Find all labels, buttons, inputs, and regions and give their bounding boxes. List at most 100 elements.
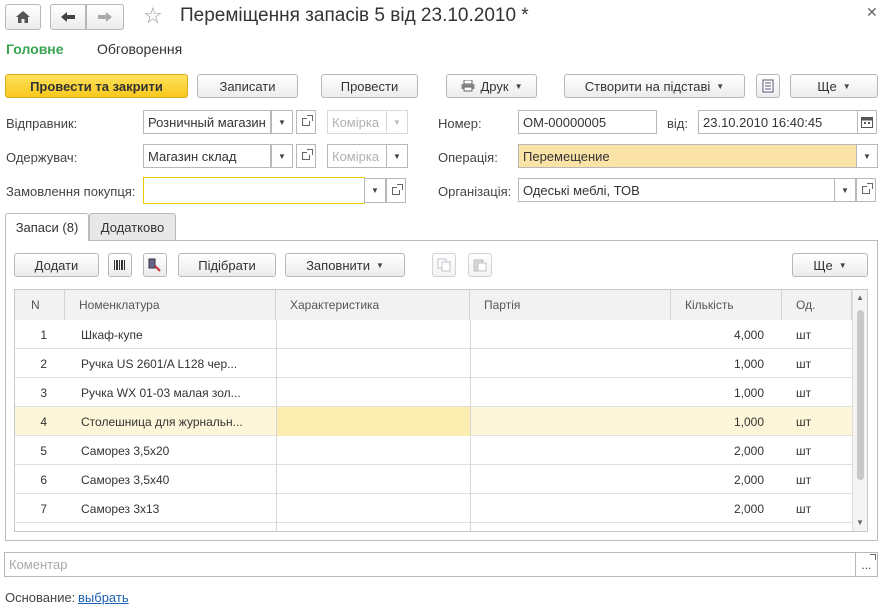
table-cell-n[interactable]: 4 (15, 407, 65, 436)
table-cell-unit[interactable]: шт (782, 349, 852, 378)
table-cell-qty[interactable]: 1,000 (671, 378, 782, 407)
table-row[interactable]: 2 Ручка US 2601/A L128 чер... 1,000 шт (15, 349, 852, 378)
print-button[interactable]: Друк ▼ (446, 74, 537, 98)
table-cell-unit[interactable]: шт (782, 494, 852, 523)
barcode-button[interactable] (108, 253, 132, 277)
save-button[interactable]: Записати (197, 74, 298, 98)
table-cell-n[interactable]: 2 (15, 349, 65, 378)
table-cell-unit[interactable]: шт (782, 436, 852, 465)
tab-discussion[interactable]: Обговорення (97, 41, 182, 57)
column-header-quantity[interactable]: Кількість (671, 290, 782, 320)
pick-button[interactable]: Підібрати (178, 253, 276, 277)
table-row[interactable]: 1 Шкаф-купе 4,000 шт (15, 320, 852, 349)
post-button[interactable]: Провести (321, 74, 418, 98)
table-cell-qty[interactable]: 1,000 (671, 349, 782, 378)
table-cell-qty[interactable]: 2,000 (671, 465, 782, 494)
scroll-down-icon[interactable]: ▼ (856, 518, 864, 527)
table-more-button[interactable]: Ще ▼ (792, 253, 868, 277)
table-cell-name[interactable]: Саморез 3,5х40 (65, 465, 276, 494)
table-cell-name[interactable]: Шкаф-купе (65, 320, 276, 349)
sender-open-button[interactable] (296, 110, 316, 134)
table-cell-name[interactable]: Саморез 3,5х20 (65, 436, 276, 465)
table-cell-char[interactable] (276, 494, 470, 523)
column-header-unit[interactable]: Од. (782, 290, 852, 320)
scrollbar-thumb[interactable] (857, 310, 864, 480)
table-cell-qty[interactable]: 2,000 (671, 436, 782, 465)
table-cell-char[interactable] (276, 320, 470, 349)
sender-field[interactable]: Розничный магазин (143, 110, 271, 134)
table-cell-qty[interactable]: 2,000 (671, 494, 782, 523)
operation-dropdown-button[interactable]: ▼ (856, 144, 878, 168)
paste-button[interactable] (468, 253, 492, 277)
add-row-button[interactable]: Додати (14, 253, 99, 277)
receiver-cell-field[interactable]: Комірка (327, 144, 387, 168)
tab-main[interactable]: Головне (6, 41, 64, 57)
table-cell-batch[interactable] (470, 494, 671, 523)
table-cell-unit[interactable]: шт (782, 465, 852, 494)
calendar-button[interactable] (857, 110, 877, 134)
table-cell-name[interactable]: Ручка US 2601/A L128 чер... (65, 349, 276, 378)
scanner-button[interactable] (143, 253, 167, 277)
receiver-cell-dropdown-button[interactable]: ▼ (386, 144, 408, 168)
table-cell-unit[interactable]: шт (782, 407, 852, 436)
tab-stock[interactable]: Запаси (8) (5, 213, 89, 241)
table-cell-qty[interactable]: 1,000 (671, 407, 782, 436)
close-window-icon[interactable]: ✕ (866, 4, 878, 21)
receiver-dropdown-button[interactable]: ▼ (271, 144, 293, 168)
table-cell-batch[interactable] (470, 407, 671, 436)
table-cell-char[interactable] (276, 378, 470, 407)
receiver-open-button[interactable] (296, 144, 316, 168)
table-cell-batch[interactable] (470, 465, 671, 494)
table-row[interactable]: 6 Саморез 3,5х40 2,000 шт (15, 465, 852, 494)
comment-field[interactable]: Коментар (4, 552, 856, 577)
table-row[interactable]: 4 Столешница для журнальн... 1,000 шт (15, 407, 852, 436)
tab-additional[interactable]: Додатково (89, 213, 176, 240)
table-cell-char[interactable] (276, 436, 470, 465)
table-cell-batch[interactable] (470, 349, 671, 378)
date-field[interactable]: 23.10.2010 16:40:45 (698, 110, 858, 134)
column-header-batch[interactable]: Партія (470, 290, 671, 320)
table-row[interactable]: 5 Саморез 3,5х20 2,000 шт (15, 436, 852, 465)
table-cell-n[interactable]: 7 (15, 494, 65, 523)
home-button[interactable] (5, 4, 41, 30)
organization-field[interactable]: Одеські меблі, ТОВ (518, 178, 835, 202)
table-cell-name[interactable]: Столешница для журнальн... (65, 407, 276, 436)
table-scrollbar[interactable]: ▲ ▼ (852, 290, 867, 531)
table-cell-batch[interactable] (470, 436, 671, 465)
table-row[interactable]: 3 Ручка WX 01-03 малая зол... 1,000 шт (15, 378, 852, 407)
receiver-field[interactable]: Магазин склад (143, 144, 271, 168)
table-cell-char[interactable] (276, 407, 470, 436)
more-button[interactable]: Ще ▼ (790, 74, 878, 98)
fill-button[interactable]: Заповнити ▼ (285, 253, 405, 277)
favorite-star-icon[interactable]: ☆ (143, 3, 163, 29)
table-cell-n[interactable]: 6 (15, 465, 65, 494)
table-cell-qty[interactable]: 4,000 (671, 320, 782, 349)
table-cell-char[interactable] (276, 465, 470, 494)
copy-button[interactable] (432, 253, 456, 277)
table-cell-n[interactable]: 1 (15, 320, 65, 349)
column-header-characteristic[interactable]: Характеристика (276, 290, 470, 320)
back-button[interactable] (50, 4, 86, 30)
scroll-up-icon[interactable]: ▲ (856, 293, 864, 302)
operation-field[interactable]: Перемещение (518, 144, 857, 168)
number-field[interactable]: ОМ-00000005 (518, 110, 657, 134)
table-cell-n[interactable]: 3 (15, 378, 65, 407)
order-field[interactable] (143, 177, 365, 204)
table-cell-n[interactable]: 5 (15, 436, 65, 465)
organization-open-button[interactable] (856, 178, 876, 202)
column-header-n[interactable]: N (15, 290, 65, 320)
table-cell-batch[interactable] (470, 320, 671, 349)
table-row[interactable]: 7 Саморез 3х13 2,000 шт (15, 494, 852, 523)
table-cell-name[interactable]: Ручка WX 01-03 малая зол... (65, 378, 276, 407)
basis-select-link[interactable]: выбрать (78, 590, 129, 605)
create-based-button[interactable]: Створити на підставі ▼ (564, 74, 745, 98)
forward-button[interactable] (86, 4, 124, 30)
table-cell-unit[interactable]: шт (782, 378, 852, 407)
order-open-button[interactable] (386, 178, 406, 203)
sender-dropdown-button[interactable]: ▼ (271, 110, 293, 134)
comment-expand-button[interactable]: ... (855, 552, 878, 577)
organization-dropdown-button[interactable]: ▼ (834, 178, 856, 202)
table-cell-batch[interactable] (470, 378, 671, 407)
column-header-nomenclature[interactable]: Номенклатура (65, 290, 276, 320)
post-and-close-button[interactable]: Провести та закрити (5, 74, 188, 98)
